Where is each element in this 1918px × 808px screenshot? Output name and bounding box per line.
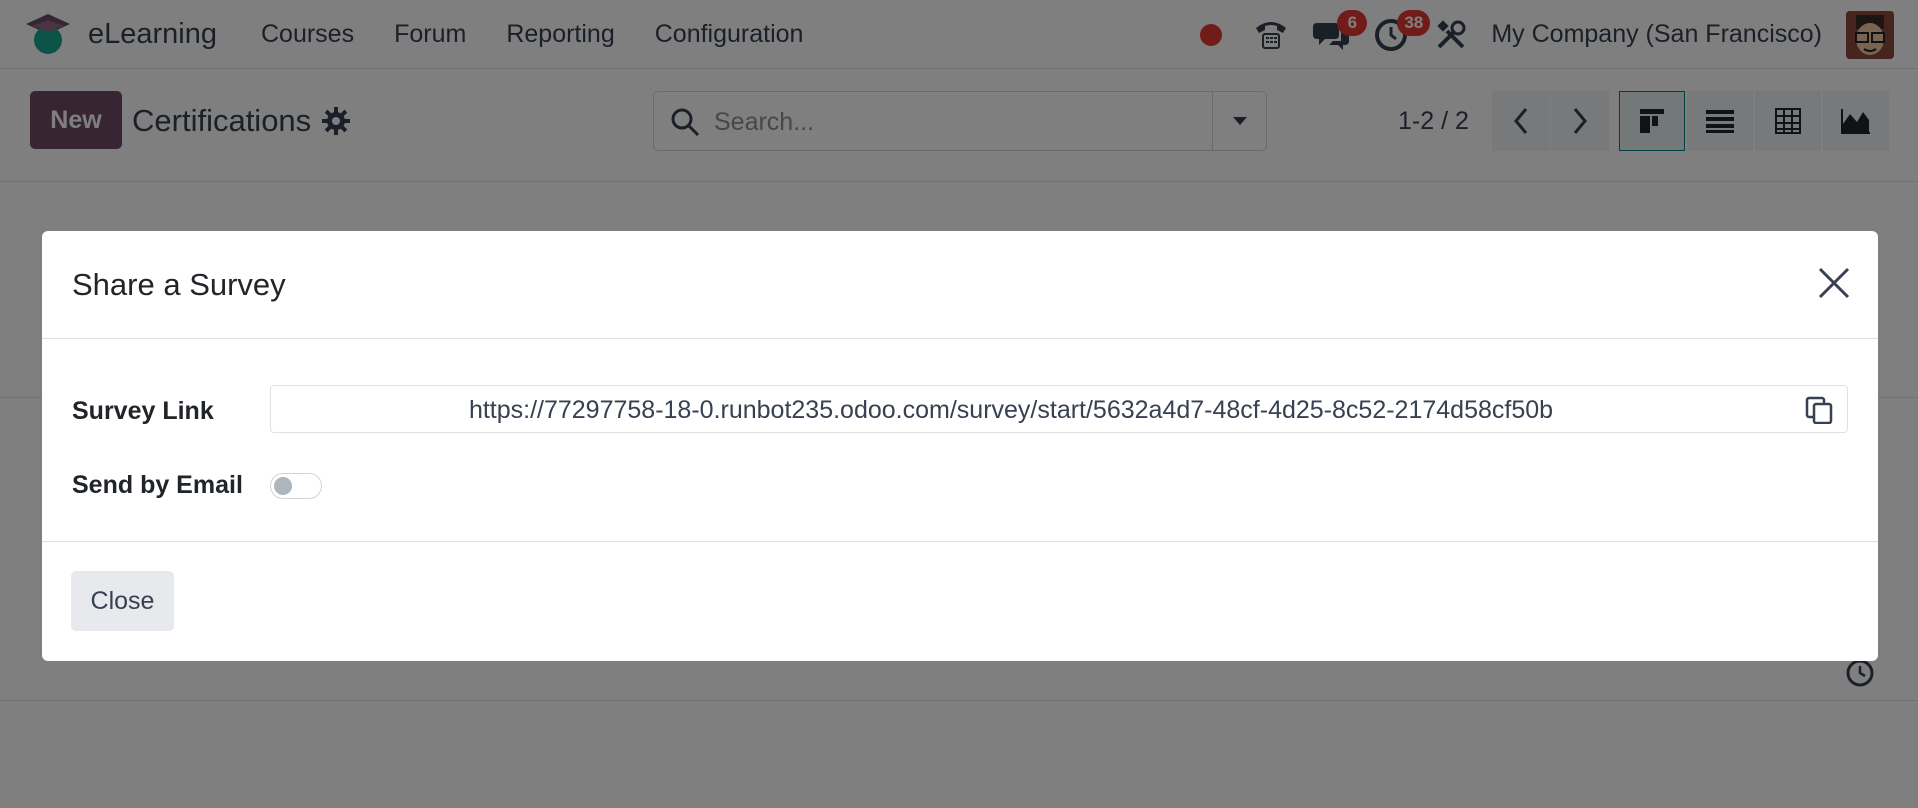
send-by-email-toggle[interactable]: [270, 473, 322, 499]
survey-link-field[interactable]: https://77297758-18-0.runbot235.odoo.com…: [270, 385, 1848, 433]
share-survey-dialog: Share a Survey Survey Link https://77297…: [42, 231, 1878, 661]
survey-link-value[interactable]: https://77297758-18-0.runbot235.odoo.com…: [271, 396, 1751, 425]
send-by-email-label: Send by Email: [72, 471, 243, 499]
dialog-header: Share a Survey: [42, 231, 1878, 339]
close-icon[interactable]: [1816, 265, 1852, 301]
close-button[interactable]: Close: [71, 571, 174, 631]
survey-link-label: Survey Link: [72, 397, 214, 425]
copy-icon[interactable]: [1805, 396, 1833, 424]
dialog-body: Survey Link https://77297758-18-0.runbot…: [42, 339, 1878, 542]
dialog-title: Share a Survey: [72, 267, 286, 302]
toggle-knob: [274, 477, 292, 495]
